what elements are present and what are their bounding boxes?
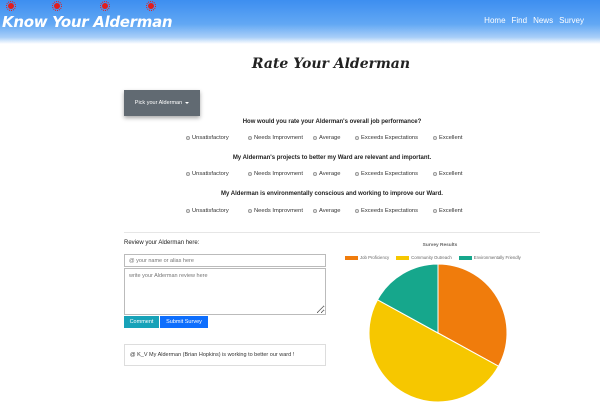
radio-button[interactable]	[248, 209, 252, 213]
comment-button[interactable]: Comment	[124, 316, 159, 328]
spark-decoration-icon	[52, 1, 62, 11]
rating-option-average[interactable]: Average	[313, 135, 355, 141]
rating-options-3: Unsatisfactory Needs Improvment Average …	[186, 208, 486, 214]
chart-title: Survey Results	[422, 243, 458, 248]
radio-button[interactable]	[433, 209, 437, 213]
posted-comment: @ K_V My Alderman (Brian Hopkins) is wor…	[124, 344, 326, 366]
rating-option-unsatisfactory[interactable]: Unsatisfactory	[186, 208, 248, 214]
legend-item-community-outreach[interactable]: Community Outreach	[396, 255, 452, 260]
name-alias-input[interactable]	[124, 254, 326, 267]
radio-button[interactable]	[186, 172, 190, 176]
section-divider	[124, 232, 540, 233]
rating-option-average[interactable]: Average	[313, 171, 355, 177]
radio-button[interactable]	[186, 209, 190, 213]
legend-swatch	[396, 255, 410, 260]
legend-swatch	[345, 255, 358, 260]
rating-options-2: Unsatisfactory Needs Improvment Average …	[186, 171, 486, 177]
rating-option-needs-improvment[interactable]: Needs Improvment	[248, 135, 313, 141]
radio-button[interactable]	[355, 209, 359, 213]
nav-link-find[interactable]: Find	[512, 16, 528, 25]
rating-option-exceeds-expectations[interactable]: Exceeds Expectations	[355, 208, 433, 214]
radio-button[interactable]	[313, 209, 317, 213]
submit-survey-button[interactable]: Submit Survey	[160, 316, 208, 328]
spark-decoration-icon	[100, 1, 110, 11]
radio-button[interactable]	[248, 172, 252, 176]
page-title: Rate Your Alderman	[251, 56, 411, 72]
survey-results-pie-chart	[368, 263, 508, 403]
spark-decoration-icon	[146, 1, 156, 11]
review-label: Review your Alderman here:	[124, 240, 200, 246]
rating-option-needs-improvment[interactable]: Needs Improvment	[248, 208, 313, 214]
rating-option-unsatisfactory[interactable]: Unsatisfactory	[186, 135, 248, 141]
radio-button[interactable]	[248, 136, 252, 140]
radio-button[interactable]	[433, 172, 437, 176]
survey-question-3: My Alderman is environmentally conscious…	[221, 191, 443, 197]
radio-button[interactable]	[313, 172, 317, 176]
rating-options-1: Unsatisfactory Needs Improvment Average …	[186, 135, 486, 141]
nav-link-home[interactable]: Home	[484, 16, 505, 25]
pick-alderman-dropdown-button[interactable]: Pick your Alderman	[124, 90, 200, 116]
survey-question-2: My Alderman's projects to better my Ward…	[232, 155, 432, 161]
rating-option-excellent[interactable]: Excellent	[433, 171, 463, 177]
radio-button[interactable]	[355, 172, 359, 176]
rating-option-excellent[interactable]: Excellent	[433, 208, 463, 214]
rating-option-needs-improvment[interactable]: Needs Improvment	[248, 171, 313, 177]
rating-option-exceeds-expectations[interactable]: Exceeds Expectations	[355, 135, 433, 141]
rating-option-exceeds-expectations[interactable]: Exceeds Expectations	[355, 171, 433, 177]
rating-option-average[interactable]: Average	[313, 208, 355, 214]
legend-item-environmentally-friendly[interactable]: Environmentally Friendly	[458, 255, 521, 260]
radio-button[interactable]	[355, 136, 359, 140]
caret-down-icon	[185, 102, 190, 104]
legend-item-job-proficiency[interactable]: Job Proficiency	[345, 255, 389, 260]
radio-button[interactable]	[186, 136, 190, 140]
pick-alderman-label: Pick your Alderman	[134, 100, 183, 106]
navbar: Know Your Alderman Home Find News Survey	[0, 0, 600, 44]
rating-option-excellent[interactable]: Excellent	[433, 135, 463, 141]
nav-links: Home Find News Survey	[484, 16, 584, 25]
nav-link-news[interactable]: News	[533, 16, 553, 25]
legend-swatch	[458, 255, 472, 260]
chart-legend: Job Proficiency Community Outreach Envir…	[345, 255, 521, 260]
survey-question-1: How would you rate your Alderman's overa…	[242, 119, 422, 125]
rating-option-unsatisfactory[interactable]: Unsatisfactory	[186, 171, 248, 177]
nav-link-survey[interactable]: Survey	[559, 16, 584, 25]
review-textarea[interactable]	[124, 268, 326, 315]
brand-logo[interactable]: Know Your Alderman	[2, 13, 173, 31]
radio-button[interactable]	[313, 136, 317, 140]
radio-button[interactable]	[433, 136, 437, 140]
spark-decoration-icon	[6, 1, 16, 11]
